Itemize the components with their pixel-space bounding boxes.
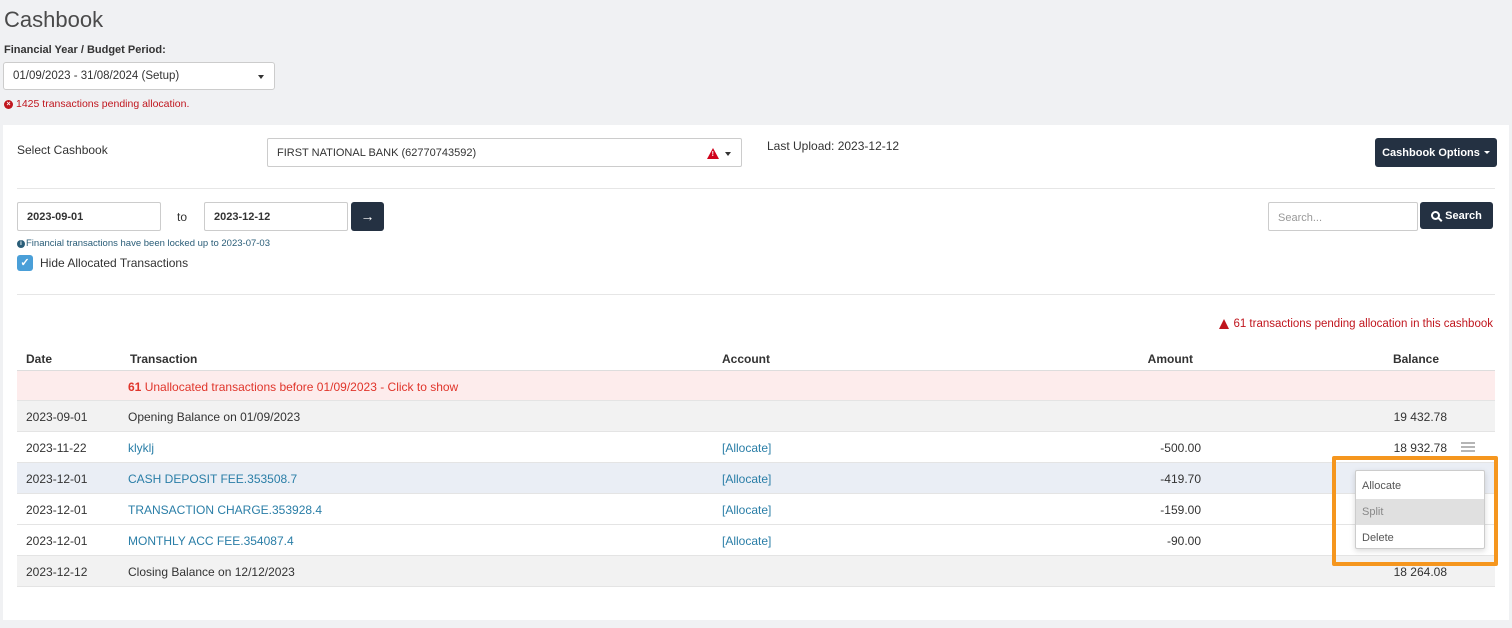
error-icon: × bbox=[4, 99, 13, 109]
table-row: 2023-09-01 Opening Balance on 01/09/2023… bbox=[17, 401, 1495, 432]
pending-allocation-cashbook: 61 transactions pending allocation in th… bbox=[1219, 318, 1493, 330]
pending-allocation-global-text: 1425 transactions pending allocation. bbox=[16, 98, 190, 110]
warning-icon bbox=[1219, 319, 1230, 329]
row-date: 2023-12-12 bbox=[26, 565, 88, 579]
table-row: 2023-11-22 klyklj [Allocate] -500.00 18 … bbox=[17, 432, 1495, 463]
row-allocate-link[interactable]: [Allocate] bbox=[722, 503, 771, 517]
cashbook-select-value: FIRST NATIONAL BANK (62770743592) bbox=[277, 147, 477, 159]
row-amount: -500.00 bbox=[1160, 441, 1201, 455]
search-button-label: Search bbox=[1445, 209, 1482, 222]
row-transaction: Opening Balance on 01/09/2023 bbox=[128, 410, 301, 424]
chevron-down-icon bbox=[258, 75, 264, 79]
row-amount: -159.00 bbox=[1160, 503, 1201, 517]
warning-icon-mark: ! bbox=[711, 151, 714, 158]
last-upload: Last Upload: 2023-12-12 bbox=[767, 139, 900, 153]
row-allocate-link[interactable]: [Allocate] bbox=[722, 441, 771, 455]
hide-allocated-label: Hide Allocated Transactions bbox=[40, 256, 189, 270]
row-allocate-link[interactable]: [Allocate] bbox=[722, 534, 771, 548]
transactions-table: Date Transaction Account Amount Balance … bbox=[17, 347, 1495, 587]
table-row: 2023-12-12 Closing Balance on 12/12/2023… bbox=[17, 556, 1495, 587]
row-date: 2023-12-01 bbox=[26, 503, 88, 517]
menu-item-split[interactable]: Split bbox=[1356, 499, 1484, 525]
header-account: Account bbox=[722, 352, 770, 366]
chevron-down-icon bbox=[725, 152, 731, 156]
pending-allocation-global: × 1425 transactions pending allocation. bbox=[4, 98, 189, 110]
row-date: 2023-12-01 bbox=[26, 534, 88, 548]
unallocated-link[interactable]: 61 Unallocated transactions before 01/09… bbox=[128, 380, 458, 394]
pending-allocation-cashbook-text: 61 transactions pending allocation in th… bbox=[1233, 318, 1493, 330]
table-header: Date Transaction Account Amount Balance bbox=[17, 347, 1495, 371]
date-to-input[interactable]: 2023-12-12 bbox=[204, 202, 348, 231]
menu-icon[interactable] bbox=[1461, 442, 1475, 452]
row-date: 2023-11-22 bbox=[26, 441, 87, 455]
lock-note-text: Financial transactions have been locked … bbox=[26, 238, 270, 249]
cashbook-select[interactable]: FIRST NATIONAL BANK (62770743592) ! bbox=[267, 138, 742, 167]
arrow-right-icon: → bbox=[360, 208, 375, 224]
info-icon: i bbox=[17, 239, 25, 248]
table-row: 2023-12-01 CASH DEPOSIT FEE.353508.7 [Al… bbox=[17, 463, 1495, 494]
divider bbox=[17, 294, 1495, 295]
cashbook-panel: Select Cashbook FIRST NATIONAL BANK (627… bbox=[3, 125, 1509, 620]
row-transaction[interactable]: MONTHLY ACC FEE.354087.4 bbox=[128, 534, 294, 548]
select-cashbook-label: Select Cashbook bbox=[17, 143, 108, 157]
checkbox-checked-icon[interactable]: ✓ bbox=[17, 255, 33, 271]
row-amount: -419.70 bbox=[1160, 472, 1201, 486]
cashbook-options-button[interactable]: Cashbook Options bbox=[1375, 138, 1497, 167]
row-balance: 18 932.78 bbox=[1393, 441, 1447, 455]
unallocated-row[interactable]: 61 Unallocated transactions before 01/09… bbox=[17, 371, 1495, 401]
row-transaction[interactable]: klyklj bbox=[128, 441, 154, 455]
menu-item-delete[interactable]: Delete bbox=[1356, 525, 1484, 551]
row-transaction: Closing Balance on 12/12/2023 bbox=[128, 565, 295, 579]
date-from-input[interactable]: 2023-09-01 bbox=[17, 202, 161, 231]
row-transaction[interactable]: TRANSACTION CHARGE.353928.4 bbox=[128, 503, 322, 517]
unallocated-count: 61 bbox=[128, 380, 142, 394]
row-allocate-link[interactable]: [Allocate] bbox=[722, 472, 771, 486]
row-amount: -90.00 bbox=[1166, 534, 1201, 548]
row-date: 2023-12-01 bbox=[26, 472, 88, 486]
menu-item-allocate[interactable]: Allocate bbox=[1356, 473, 1484, 499]
hide-allocated-toggle[interactable]: ✓ Hide Allocated Transactions bbox=[17, 255, 188, 271]
financial-year-select[interactable]: 01/09/2023 - 31/08/2024 (Setup) bbox=[3, 62, 275, 90]
table-row: 2023-12-01 TRANSACTION CHARGE.353928.4 [… bbox=[17, 494, 1495, 525]
header-balance: Balance bbox=[1392, 352, 1439, 366]
row-balance: 19 432.78 bbox=[1393, 410, 1447, 424]
divider bbox=[17, 188, 1495, 189]
to-label: to bbox=[177, 210, 188, 224]
table-row: 2023-12-01 MONTHLY ACC FEE.354087.4 [All… bbox=[17, 525, 1495, 556]
row-date: 2023-09-01 bbox=[26, 410, 88, 424]
row-transaction[interactable]: CASH DEPOSIT FEE.353508.7 bbox=[128, 472, 297, 486]
lock-note: i Financial transactions have been locke… bbox=[17, 238, 270, 249]
unallocated-text: Unallocated transactions before 01/09/20… bbox=[144, 380, 459, 394]
apply-date-button[interactable]: → bbox=[351, 202, 384, 231]
row-balance: 18 264.08 bbox=[1393, 565, 1447, 579]
search-button[interactable]: Search bbox=[1420, 202, 1493, 229]
header-amount: Amount bbox=[1147, 352, 1193, 366]
page-title: Cashbook bbox=[4, 7, 104, 32]
financial-year-value: 01/09/2023 - 31/08/2024 (Setup) bbox=[13, 70, 180, 82]
search-input[interactable]: Search... bbox=[1268, 202, 1418, 231]
financial-year-label: Financial Year / Budget Period: bbox=[4, 44, 166, 56]
caret-down-icon bbox=[1483, 151, 1490, 154]
search-icon bbox=[1431, 211, 1441, 220]
header-transaction: Transaction bbox=[130, 352, 198, 366]
header-date: Date bbox=[26, 352, 53, 366]
row-context-menu: Allocate Split Delete bbox=[1355, 470, 1485, 549]
cashbook-options-label: Cashbook Options bbox=[1382, 146, 1480, 159]
